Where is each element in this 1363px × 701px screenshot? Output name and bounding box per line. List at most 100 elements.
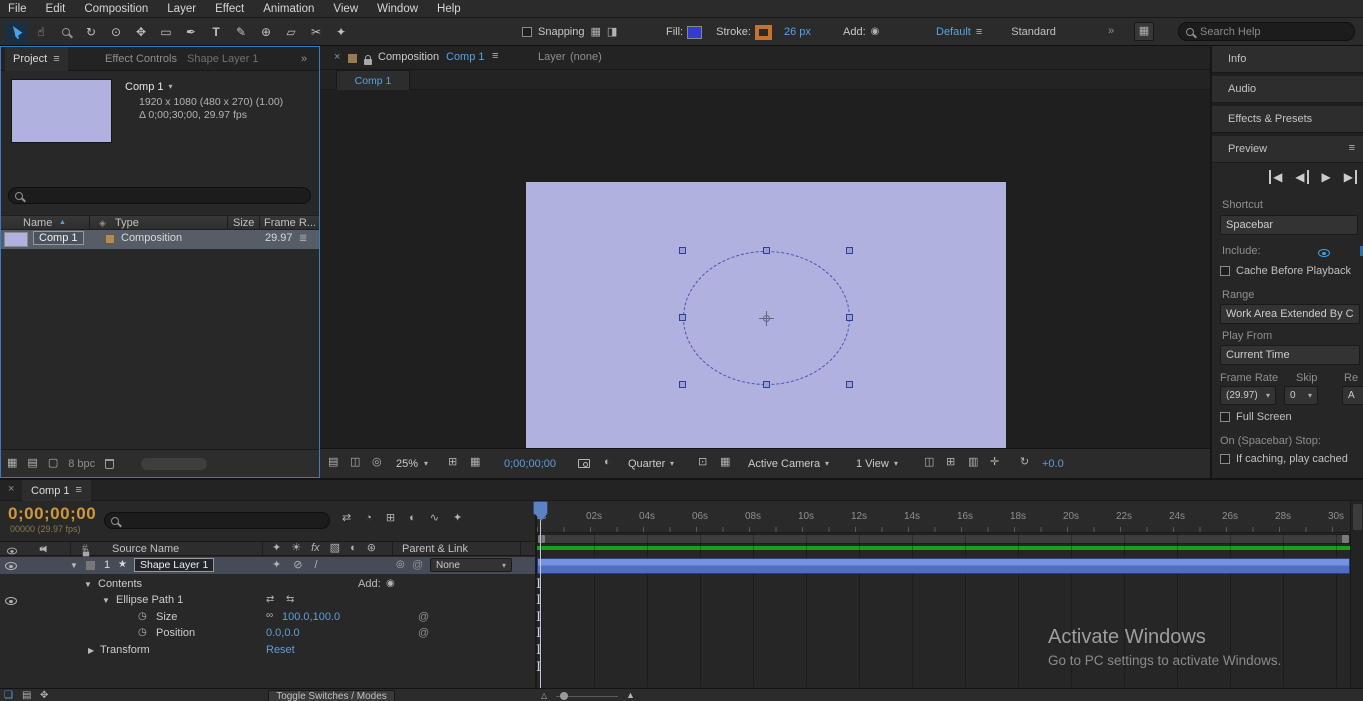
column-name[interactable]: Name <box>23 217 52 229</box>
if-caching-checkbox[interactable] <box>1220 454 1230 464</box>
twirl-down-icon[interactable]: ▼ <box>102 596 110 605</box>
comp-timecode[interactable]: 0;00;00;00 <box>504 458 556 470</box>
adjustment-switch-icon[interactable]: ◐ <box>350 543 357 554</box>
selection-handle[interactable] <box>763 381 770 388</box>
menu-view[interactable]: View <box>333 3 358 15</box>
eraser-tool[interactable]: ▱ <box>279 21 303 43</box>
resolution-value[interactable]: Quarter <box>628 458 665 470</box>
draft-3d-icon[interactable]: ◔ <box>365 513 372 524</box>
type-tool[interactable]: T <box>204 21 228 43</box>
workspace-default[interactable]: Default <box>936 26 971 38</box>
shape-tool[interactable]: ▭ <box>154 21 178 43</box>
menu-animation[interactable]: Animation <box>263 3 314 15</box>
layer-duration-bar[interactable] <box>537 558 1350 574</box>
index-column[interactable]: # <box>82 543 88 554</box>
menu-effect[interactable]: Effect <box>215 3 244 15</box>
stopwatch-icon[interactable]: ◷ <box>138 628 147 638</box>
column-type[interactable]: Type <box>115 217 139 229</box>
comp-mini-flowchart-icon[interactable]: ⇄ <box>342 513 351 524</box>
pixel-aspect-icon[interactable]: ◫ <box>924 457 934 468</box>
selection-handle[interactable] <box>679 381 686 388</box>
interpret-footage-icon[interactable]: ▦ <box>7 458 17 469</box>
parent-pickwhip-icon[interactable]: ◎ <box>396 560 405 570</box>
anchor-point[interactable] <box>759 311 774 326</box>
menu-help[interactable]: Help <box>437 3 461 15</box>
rotate-tool[interactable]: ↻ <box>79 21 103 43</box>
workspace-bar-icon[interactable]: ▦ <box>1134 22 1154 41</box>
new-composition-icon[interactable]: ▢ <box>48 458 58 469</box>
layer-visibility-toggle[interactable] <box>5 562 17 570</box>
source-name-column[interactable]: Source Name <box>112 543 179 555</box>
motion-blur-icon[interactable]: ∿ <box>430 513 439 524</box>
play-button[interactable]: ▶ <box>1322 170 1331 184</box>
flowchart-icon[interactable]: ✛ <box>990 457 999 468</box>
pan-behind-tool[interactable]: ✥ <box>129 21 153 43</box>
work-area-bar[interactable] <box>538 535 1349 543</box>
expand-layer-panel-icon[interactable]: ❏ <box>4 691 13 701</box>
panel-menu-icon[interactable]: ≡ <box>1349 143 1355 154</box>
cache-before-playback-checkbox[interactable] <box>1220 266 1230 276</box>
label-column-icon[interactable]: ◈ <box>99 218 106 229</box>
view-layout-value[interactable]: 1 View <box>856 458 889 470</box>
panel-preview-header[interactable]: Preview ≡ <box>1212 136 1363 163</box>
frame-rate-dropdown[interactable]: (29.97) ▾ <box>1220 386 1276 405</box>
chevron-down-icon[interactable]: ▾ <box>894 460 898 468</box>
parent-dropdown[interactable]: None ▾ <box>430 558 512 572</box>
stroke-width-value[interactable]: 26 px <box>784 26 811 38</box>
snapping-checkbox[interactable] <box>522 27 532 37</box>
project-tab-overflow[interactable]: » <box>301 53 307 65</box>
reset-exposure-icon[interactable]: ↻ <box>1020 457 1029 468</box>
solo-column-icon[interactable]: ○ <box>40 544 45 553</box>
full-screen-checkbox[interactable] <box>1220 412 1230 422</box>
layer-name-field[interactable]: Shape Layer 1 <box>134 558 215 572</box>
lock-icon[interactable] <box>364 55 372 65</box>
twirl-down-icon[interactable]: ▼ <box>84 580 92 589</box>
position-value[interactable]: 0.0,0.0 <box>266 627 300 639</box>
tab-project[interactable]: Project ≡ <box>5 47 68 71</box>
fx-switch-icon[interactable]: fx <box>311 543 320 554</box>
layer-label-chip[interactable] <box>86 561 95 570</box>
region-of-interest-icon[interactable]: ⊡ <box>698 457 707 468</box>
pickwhip-at-icon[interactable]: @ <box>418 611 429 623</box>
vertical-scrollbar-thumb[interactable] <box>1353 504 1362 530</box>
chevron-down-icon[interactable]: ▾ <box>424 460 428 468</box>
panel-menu-icon[interactable]: ≡ <box>53 53 59 65</box>
snapshot-icon[interactable] <box>578 459 590 468</box>
puppet-pin-tool[interactable]: ✦ <box>329 21 353 43</box>
mask-visibility-icon[interactable]: ▦ <box>470 457 480 468</box>
chevron-down-icon[interactable]: ▾ <box>825 460 829 468</box>
selection-handle[interactable] <box>846 381 853 388</box>
quality-switch-icon[interactable]: ✦ <box>272 543 281 554</box>
path-direction-icon[interactable]: ⇄ <box>266 595 274 605</box>
selection-handle[interactable] <box>763 247 770 254</box>
transparency-grid-icon[interactable]: ▦ <box>720 457 730 468</box>
horizontal-scrollbar[interactable] <box>141 458 207 470</box>
next-frame-button[interactable]: ▶ <box>1344 170 1357 184</box>
menu-edit[interactable]: Edit <box>46 3 66 15</box>
current-time-indicator[interactable] <box>533 501 548 521</box>
transform-reset[interactable]: Reset <box>266 644 295 656</box>
stroke-swatch[interactable] <box>754 24 772 40</box>
pickwhip-at-icon[interactable]: @ <box>412 559 423 571</box>
selection-handle[interactable] <box>846 314 853 321</box>
add-menu-icon[interactable]: ◉ <box>871 27 880 37</box>
menu-layer[interactable]: Layer <box>167 3 196 15</box>
tab-effect-controls[interactable]: Effect Controls <box>105 53 177 65</box>
close-icon[interactable]: × <box>8 483 14 495</box>
threed-switch-icon[interactable]: ⊛ <box>367 543 376 554</box>
frame-blending-icon[interactable]: ◐ <box>409 513 416 524</box>
hand-tool[interactable]: ☝ <box>29 21 53 43</box>
previous-frame-button[interactable]: ◀ <box>1295 170 1309 184</box>
preview-monitor-icon[interactable]: ▤ <box>328 457 338 468</box>
path-visibility-toggle[interactable] <box>5 597 17 605</box>
layer-quality-icon[interactable]: ✦ <box>272 560 281 571</box>
menu-composition[interactable]: Composition <box>84 3 148 15</box>
snapping-option-icon[interactable]: ▦ <box>591 26 601 38</box>
magnification-value[interactable]: 25% <box>396 458 418 470</box>
stopwatch-icon[interactable]: ◷ <box>138 612 147 622</box>
layer-quality-slash-icon[interactable]: / <box>314 560 317 571</box>
brush-tool[interactable]: ✎ <box>229 21 253 43</box>
current-time-display[interactable]: 0;00;00;00 <box>8 504 96 524</box>
trash-icon[interactable] <box>105 458 115 469</box>
project-comp-name[interactable]: Comp 1 <box>125 81 164 93</box>
